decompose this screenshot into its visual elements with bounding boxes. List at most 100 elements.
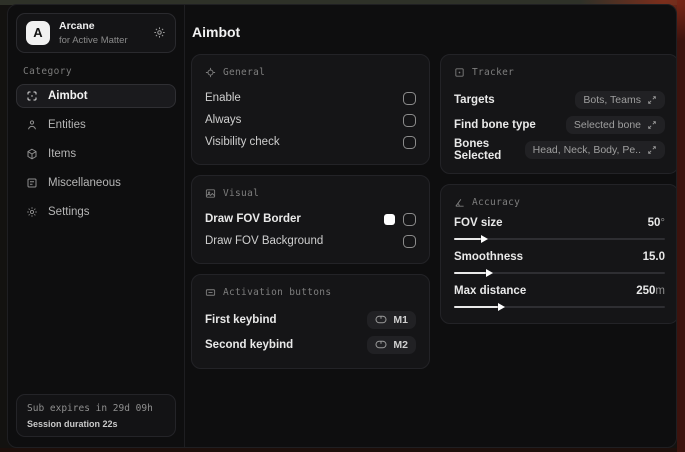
slider-fill: [454, 238, 482, 240]
brand-card: A Arcane for Active Matter: [16, 13, 176, 53]
slider-group-fov-size: FOV size 50°: [454, 217, 665, 240]
setting-label: Draw FOV Border: [205, 213, 301, 225]
brand-text: Arcane for Active Matter: [59, 20, 128, 46]
sidebar-item-entities[interactable]: Entities: [16, 113, 176, 137]
slider-smoothness[interactable]: [454, 272, 665, 274]
slider-fill: [454, 306, 499, 308]
setting-label: Second keybind: [205, 338, 294, 351]
sidebar-item-miscellaneous[interactable]: Miscellaneous: [16, 171, 176, 195]
accuracy-header: Accuracy: [454, 197, 665, 208]
expand-icon: [647, 95, 657, 105]
dropdown-bones-selected[interactable]: Head, Neck, Body, Pe..: [524, 140, 665, 159]
general-header: General: [205, 67, 416, 78]
cube-icon: [26, 148, 38, 160]
setting-row: Draw FOV Border: [205, 208, 416, 230]
keybind-button-first[interactable]: M1: [367, 310, 416, 329]
tracker-header: Tracker: [454, 67, 665, 78]
visual-header: Visual: [205, 188, 416, 199]
setting-label: First keybind: [205, 313, 277, 326]
setting-row: Enable: [205, 87, 416, 109]
setting-label: Max distance: [454, 285, 527, 297]
tracker-card: Tracker Targets Bots, Teams Find bone ty…: [440, 54, 676, 174]
dropdown-value: Selected bone: [573, 118, 641, 131]
setting-label: Visibility check: [205, 136, 280, 148]
setting-label: FOV size: [454, 217, 503, 229]
activation-card: Activation buttons First keybind M1 Seco…: [191, 274, 430, 369]
arcane-window: A Arcane for Active Matter Category Aimb: [7, 4, 677, 448]
slider-fill: [454, 272, 486, 274]
sub-expiry-text: Sub expires in 29d 09h: [27, 403, 153, 414]
person-icon: [26, 119, 38, 131]
accuracy-card: Accuracy FOV size 50° Smoothness 15.0 Ma…: [440, 184, 676, 324]
crosshair-icon: [205, 67, 216, 78]
expand-icon: [647, 120, 657, 130]
setting-label: Find bone type: [454, 118, 536, 131]
sidebar-item-label: Miscellaneous: [48, 176, 121, 189]
grid-list-icon: [26, 177, 38, 189]
slider-value: 250m: [636, 285, 665, 297]
keybind-value: M1: [393, 313, 408, 326]
slider-fov-size[interactable]: [454, 238, 665, 240]
sidebar-item-settings[interactable]: Settings: [16, 200, 176, 224]
right-column: Tracker Targets Bots, Teams Find bone ty…: [440, 54, 676, 369]
radar-icon: [454, 67, 465, 78]
checkbox-draw-fov-background[interactable]: [403, 234, 416, 248]
sidebar-item-label: Aimbot: [48, 89, 88, 102]
subscription-card: Sub expires in 29d 09h Session duration …: [16, 394, 176, 437]
category-label: Category: [23, 65, 72, 77]
setting-label: Enable: [205, 92, 241, 104]
section-title: Visual: [223, 188, 260, 199]
color-swatch-fov-border[interactable]: [384, 213, 395, 225]
setting-label: Always: [205, 114, 242, 126]
sidebar: A Arcane for Active Matter Category Aimb: [8, 5, 185, 447]
keybind-row: First keybind M1: [205, 307, 416, 332]
checkbox-always[interactable]: [403, 113, 416, 127]
setting-row: Visibility check: [205, 131, 416, 153]
dropdown-row: Find bone type Selected bone: [454, 112, 665, 137]
slider-value: 15.0: [642, 251, 665, 263]
dropdown-row: Targets Bots, Teams: [454, 87, 665, 112]
dropdown-value: Head, Neck, Body, Pe..: [532, 143, 641, 156]
brand-name: Arcane: [59, 20, 95, 32]
sidebar-item-label: Items: [48, 147, 77, 160]
visual-card: Visual Draw FOV Border Draw FOV Backgrou…: [191, 175, 430, 264]
keyboard-icon: [205, 287, 216, 298]
keybind-value: M2: [393, 338, 408, 351]
crosshair-scan-icon: [26, 90, 38, 102]
main-panel: Aimbot General Enable Always Visibility …: [185, 5, 676, 447]
gear-icon[interactable]: [153, 26, 166, 39]
dropdown-find-bone-type[interactable]: Selected bone: [565, 115, 665, 134]
sidebar-item-label: Settings: [48, 205, 90, 218]
dropdown-targets[interactable]: Bots, Teams: [575, 90, 665, 109]
general-card: General Enable Always Visibility check: [191, 54, 430, 165]
left-column: General Enable Always Visibility check V…: [191, 54, 430, 369]
image-icon: [205, 188, 216, 199]
setting-row: Draw FOV Background: [205, 230, 416, 252]
setting-label: Draw FOV Background: [205, 235, 324, 247]
setting-label: Bones Selected: [454, 137, 502, 162]
sidebar-item-label: Entities: [48, 118, 86, 131]
setting-row: Always: [205, 109, 416, 131]
checkbox-enable[interactable]: [403, 91, 416, 105]
section-title: General: [223, 67, 266, 78]
setting-label: Smoothness: [454, 251, 524, 263]
checkbox-visibility-check[interactable]: [403, 135, 416, 149]
gear-icon: [26, 206, 38, 218]
slider-group-max-distance: Max distance 250m: [454, 285, 665, 308]
angle-icon: [454, 197, 465, 208]
checkbox-draw-fov-border[interactable]: [403, 212, 416, 226]
activation-header: Activation buttons: [205, 287, 416, 298]
page-title: Aimbot: [192, 24, 241, 40]
setting-label: Targets: [454, 93, 495, 106]
sidebar-item-items[interactable]: Items: [16, 142, 176, 166]
brand-logo: A: [26, 20, 50, 45]
expand-icon: [647, 145, 657, 155]
session-duration-text: Session duration 22s: [27, 419, 118, 429]
sidebar-item-aimbot[interactable]: Aimbot: [16, 83, 176, 108]
slider-max-distance[interactable]: [454, 306, 665, 308]
dropdown-value: Bots, Teams: [583, 93, 641, 106]
keybind-button-second[interactable]: M2: [367, 335, 416, 354]
slider-group-smoothness: Smoothness 15.0: [454, 251, 665, 274]
mouse-icon: [375, 340, 387, 349]
brand-subtitle: for Active Matter: [59, 34, 128, 46]
